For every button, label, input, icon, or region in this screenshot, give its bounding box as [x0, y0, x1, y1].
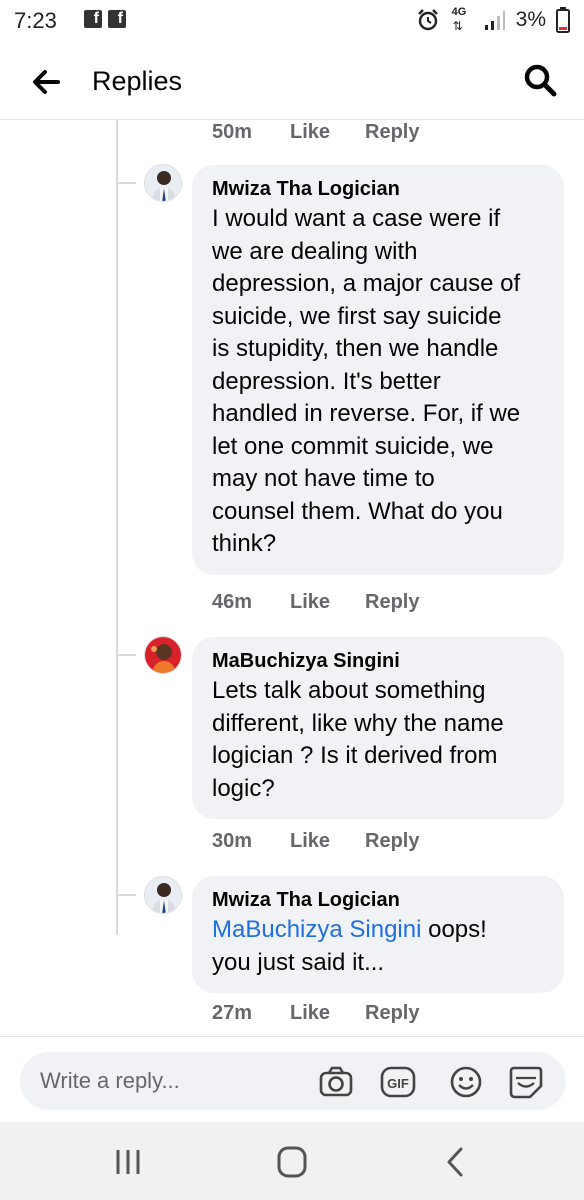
- svg-text:GIF: GIF: [387, 1076, 409, 1091]
- search-icon[interactable]: [522, 62, 558, 98]
- comment-author[interactable]: Mwiza Tha Logician: [212, 177, 544, 201]
- comment-time: 50m: [212, 121, 253, 143]
- comment-time: 46m: [212, 591, 253, 613]
- like-button[interactable]: Like: [290, 591, 365, 614]
- facebook-notification-icon: f: [84, 10, 102, 28]
- comment-bubble[interactable]: MaBuchizya Singini Lets talk about somet…: [192, 637, 564, 819]
- avatar-image: [145, 165, 181, 201]
- comment-text: MaBuchizya Singini oops! you just said i…: [212, 914, 544, 979]
- thread-elbow: [116, 654, 136, 656]
- like-button[interactable]: Like: [290, 1002, 365, 1025]
- comment-text: I would want a case were if we are deali…: [212, 205, 521, 557]
- like-button[interactable]: Like: [290, 830, 365, 853]
- avatar[interactable]: [144, 164, 182, 202]
- reply-button[interactable]: Reply: [365, 121, 419, 144]
- comment-meta: 30m Like Reply: [212, 830, 419, 853]
- page-title: Replies: [92, 66, 183, 96]
- alarm-icon: [417, 9, 438, 31]
- system-nav-bar: [0, 1122, 584, 1200]
- mention-link[interactable]: MaBuchizya Singini: [212, 916, 421, 943]
- comment-author[interactable]: MaBuchizya Singini: [212, 649, 544, 673]
- comment-time: 30m: [212, 830, 253, 852]
- avatar-image: [145, 877, 181, 913]
- home-icon[interactable]: [272, 1144, 312, 1180]
- app-header: Replies: [0, 40, 584, 120]
- reply-button[interactable]: Reply: [365, 830, 419, 853]
- thread-connector: [116, 120, 118, 935]
- camera-icon[interactable]: [318, 1064, 354, 1100]
- facebook-notification-icon: f: [108, 10, 126, 28]
- recent-apps-icon[interactable]: [108, 1144, 148, 1180]
- comment-bubble[interactable]: Mwiza Tha Logician MaBuchizya Singini oo…: [192, 876, 564, 993]
- thread-elbow: [116, 182, 136, 184]
- status-bar: 7:23 f f 4G ⇅ 3%: [0, 0, 584, 40]
- comment-meta: 50m Like Reply: [212, 121, 419, 144]
- comment-time: 27m: [212, 1002, 253, 1024]
- battery-level: 3%: [515, 8, 546, 31]
- reply-composer-area: Write a reply... GIF: [0, 1036, 584, 1122]
- battery-icon: [556, 7, 570, 33]
- comment-meta: 27m Like Reply: [212, 1002, 419, 1025]
- comment-bubble[interactable]: Mwiza Tha Logician I would want a case w…: [192, 165, 564, 575]
- reply-input-placeholder: Write a reply...: [40, 1068, 180, 1093]
- comment-author[interactable]: Mwiza Tha Logician: [212, 888, 544, 912]
- avatar[interactable]: [144, 636, 182, 674]
- gif-icon[interactable]: GIF: [380, 1064, 416, 1100]
- avatar-image: [145, 637, 181, 673]
- emoji-icon[interactable]: [448, 1064, 484, 1100]
- status-indicators: 4G ⇅ 3%: [416, 6, 570, 34]
- reply-button[interactable]: Reply: [365, 591, 419, 614]
- comment-meta: 46m Like Reply: [212, 591, 419, 614]
- thread-elbow: [116, 894, 136, 896]
- status-time: 7:23: [14, 8, 57, 33]
- reply-button[interactable]: Reply: [365, 1002, 419, 1025]
- arrow-left-icon[interactable]: [28, 64, 64, 100]
- signal-icon: [484, 11, 505, 30]
- avatar[interactable]: [144, 876, 182, 914]
- like-button[interactable]: Like: [290, 121, 365, 144]
- network-indicator: 4G ⇅: [451, 6, 467, 33]
- comment-text: Lets talk about something different, lik…: [212, 677, 504, 802]
- reply-input[interactable]: Write a reply... GIF: [20, 1052, 566, 1110]
- sticker-icon[interactable]: [508, 1064, 544, 1100]
- back-icon[interactable]: [436, 1144, 476, 1180]
